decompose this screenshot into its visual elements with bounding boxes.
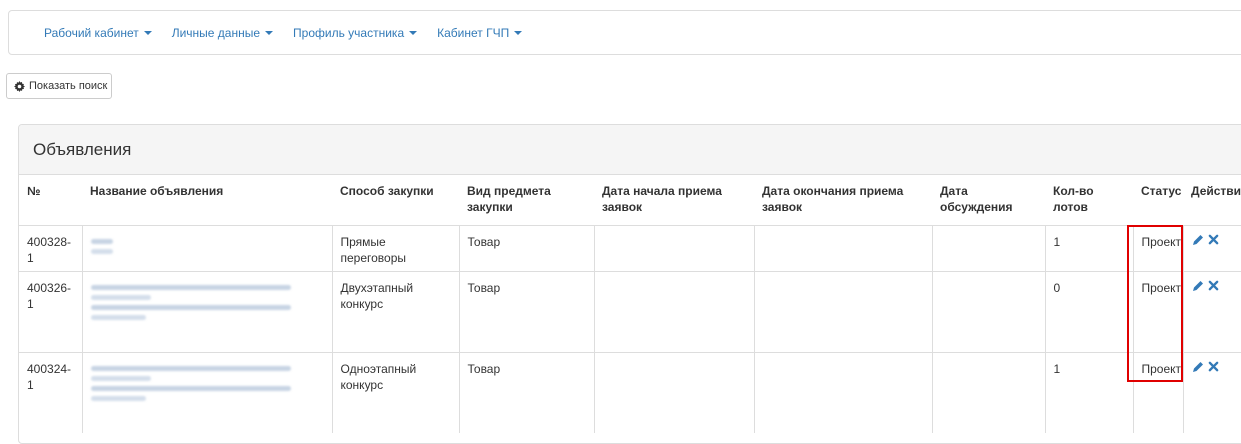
redacted-text [90, 294, 151, 300]
cell-title[interactable] [81, 224, 332, 271]
cell-actions [1182, 224, 1241, 271]
header-number[interactable]: № [19, 175, 82, 226]
redacted-text [90, 304, 291, 310]
cell-subject-type: Товар [458, 270, 594, 352]
cell-status: Проект [1132, 270, 1183, 352]
redacted-text [90, 385, 291, 391]
redacted-text [90, 314, 146, 320]
nav-item-workspace[interactable]: Рабочий кабинет [44, 26, 152, 40]
show-search-label: Показать поиск [29, 80, 108, 92]
announcements-table: № Название объявления Способ закупки Вид… [19, 175, 1241, 433]
cell-method: Одноэтапный конкурс [331, 351, 459, 433]
panel-title: Объявления [19, 125, 1241, 175]
nav-item-label: Кабинет ГЧП [437, 25, 510, 40]
redacted-text [90, 365, 291, 371]
delete-x-icon[interactable] [1208, 361, 1219, 372]
edit-pencil-icon[interactable] [1192, 234, 1204, 246]
table-row: 400326-1 Двухэтапный конкурс Товар 0 Про… [19, 270, 1241, 352]
caret-down-icon [514, 30, 523, 35]
header-actions: Действия [1183, 175, 1241, 226]
cell-subject-type: Товар [458, 224, 594, 271]
delete-x-icon[interactable] [1208, 280, 1219, 291]
table-header-row: № Название объявления Способ закупки Вид… [19, 175, 1241, 226]
cell-method: Двухэтапный конкурс [331, 270, 459, 352]
header-subject-type[interactable]: Вид предмета закупки [459, 175, 594, 226]
header-end-date[interactable]: Дата окончания приема заявок [754, 175, 932, 226]
cell-number: 400324-1 [19, 351, 82, 433]
cell-discussion-date [931, 351, 1045, 433]
header-lot-count[interactable]: Кол-во лотов [1045, 175, 1133, 226]
cell-lot-count: 1 [1044, 224, 1133, 271]
cell-title[interactable] [81, 270, 332, 352]
caret-down-icon [409, 30, 418, 35]
edit-pencil-icon[interactable] [1192, 280, 1204, 292]
caret-down-icon [143, 30, 152, 35]
header-status[interactable]: Статус [1133, 175, 1183, 226]
cell-end-date [753, 224, 932, 271]
cell-actions [1182, 351, 1241, 433]
redacted-text [90, 395, 146, 401]
cell-discussion-date [931, 224, 1045, 271]
cell-status: Проект [1132, 351, 1183, 433]
delete-x-icon[interactable] [1208, 234, 1219, 245]
top-navbar: Рабочий кабинет Личные данные Профиль уч… [8, 10, 1241, 55]
edit-pencil-icon[interactable] [1192, 361, 1204, 373]
redacted-text [90, 248, 113, 254]
cell-title[interactable] [81, 351, 332, 433]
cell-end-date [753, 270, 932, 352]
cell-actions [1182, 270, 1241, 352]
cell-number: 400326-1 [19, 270, 82, 352]
cell-end-date [753, 351, 932, 433]
cell-number: 400328-1 [19, 224, 82, 271]
cell-method: Прямые переговоры [331, 224, 459, 271]
caret-down-icon [265, 30, 274, 35]
table-row: 400324-1 Одноэтапный конкурс Товар 1 Про… [19, 351, 1241, 433]
nav-item-ppp-cabinet[interactable]: Кабинет ГЧП [437, 25, 523, 40]
cell-start-date [593, 224, 754, 271]
announcements-panel: Объявления № Название объявления Способ … [18, 124, 1241, 444]
cell-lot-count: 1 [1044, 351, 1133, 433]
cell-start-date [593, 270, 754, 352]
cell-lot-count: 0 [1044, 270, 1133, 352]
nav-item-participant-profile[interactable]: Профиль участника [293, 25, 418, 40]
nav-item-label: Личные данные [171, 25, 261, 40]
table-row: 400328-1 Прямые переговоры Товар 1 Проек… [19, 224, 1241, 271]
cell-discussion-date [931, 270, 1045, 352]
cell-start-date [593, 351, 754, 433]
cell-status: Проект [1132, 224, 1183, 271]
nav-item-label: Профиль участника [293, 25, 405, 40]
cell-subject-type: Товар [458, 351, 594, 433]
header-method[interactable]: Способ закупки [332, 175, 459, 226]
gear-icon [14, 80, 25, 92]
redacted-text [90, 284, 291, 290]
header-start-date[interactable]: Дата начала приема заявок [594, 175, 754, 226]
redacted-text [90, 238, 113, 244]
header-title[interactable]: Название объявления [82, 175, 332, 226]
show-search-button[interactable]: Показать поиск [6, 73, 112, 99]
nav-item-personal-data[interactable]: Личные данные [171, 25, 274, 40]
header-discussion-date[interactable]: Дата обсуждения [932, 175, 1045, 226]
redacted-text [90, 375, 151, 381]
nav-item-label: Рабочий кабинет [44, 25, 139, 40]
